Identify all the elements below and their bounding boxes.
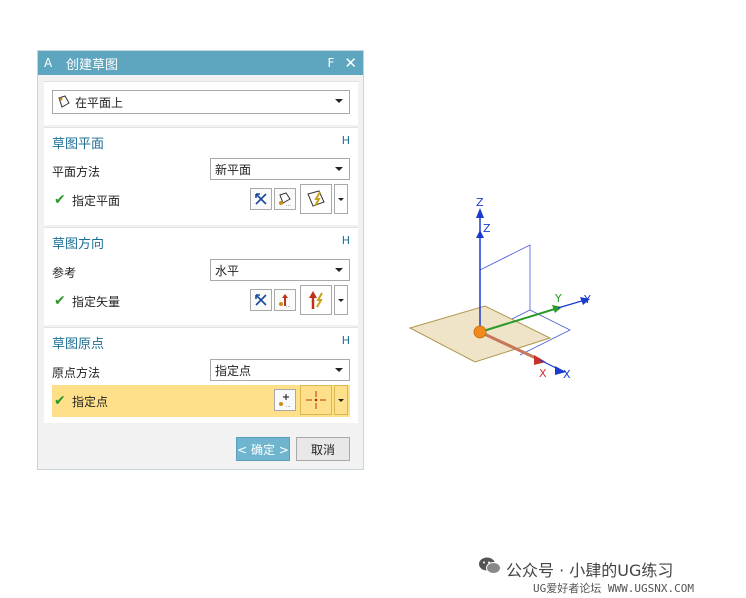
- check-icon: ✔: [54, 293, 66, 309]
- svg-text:...: ...: [286, 303, 291, 308]
- specify-plane-label: 指定平面: [72, 194, 121, 208]
- sketch-on-plane-icon: [57, 95, 71, 109]
- chevron-down-icon: [335, 167, 343, 171]
- sketch-orientation-collapse[interactable]: H: [342, 234, 350, 247]
- origin-method-select[interactable]: 指定点: [210, 359, 350, 381]
- point-dialog-button[interactable]: ...: [274, 389, 296, 411]
- vector-options-dropdown[interactable]: [334, 285, 348, 315]
- y-axis-extension: [557, 299, 586, 309]
- sketch-type-select[interactable]: 在平面上: [52, 90, 350, 114]
- specify-point-label: 指定点: [72, 395, 109, 409]
- sketch-origin-header[interactable]: 草图原点: [52, 333, 104, 352]
- sketch-origin-collapse[interactable]: H: [342, 334, 350, 347]
- close-icon[interactable]: ✕: [344, 54, 357, 72]
- plane-dialog-icon: ...: [279, 192, 291, 207]
- watermark-account: 公众号 · 小肆的UG练习: [506, 561, 674, 580]
- cancel-button[interactable]: 取消: [296, 437, 350, 461]
- inferred-point-button[interactable]: [300, 385, 332, 415]
- check-icon: ✔: [54, 393, 66, 409]
- origin-method-label: 原点方法: [52, 366, 101, 380]
- vector-dialog-icon: ...: [279, 294, 291, 308]
- dialog-title: 创建草图: [66, 57, 119, 73]
- plane-options-dropdown[interactable]: [334, 184, 348, 214]
- sketch-origin-section: 草图原点 H 原点方法 指定点 ✔ 指定点 ...: [44, 327, 358, 423]
- chevron-down-icon: [335, 99, 343, 103]
- reference-value: 水平: [215, 263, 240, 278]
- y-axis-arrow-icon: [552, 305, 562, 313]
- svg-text:...: ...: [286, 202, 291, 207]
- watermark-site: UG爱好者论坛 WWW.UGSNX.COM: [533, 582, 694, 595]
- origin-method-value: 指定点: [215, 363, 252, 378]
- sketch-plane-preview: Z Z Y Y X X: [408, 196, 591, 381]
- z-axis-label-2: Z: [483, 222, 491, 235]
- reverse-direction-icon: [255, 294, 267, 306]
- sketch-plane-collapse[interactable]: H: [342, 134, 350, 147]
- reverse-direction-button[interactable]: [250, 188, 272, 210]
- crosshair-point-icon: [306, 391, 326, 409]
- sketch-type-value: 在平面上: [75, 95, 124, 110]
- plane-lightning-icon: [307, 190, 325, 207]
- wechat-icon: [479, 557, 501, 574]
- sketch-type-section: 在平面上: [44, 81, 358, 125]
- dialog-titlebar: A 创建草图 F ✕: [38, 51, 363, 75]
- inferred-vector-button[interactable]: [300, 285, 332, 315]
- svg-text:...: ...: [286, 403, 291, 408]
- vector-dialog-button[interactable]: ...: [274, 289, 296, 311]
- chevron-down-icon: [335, 368, 343, 372]
- plane-method-select[interactable]: 新平面: [210, 158, 350, 180]
- specify-vector-label: 指定矢量: [72, 295, 121, 309]
- reference-label: 参考: [52, 266, 77, 280]
- check-icon: ✔: [54, 192, 66, 208]
- plane-method-label: 平面方法: [52, 165, 101, 179]
- vector-lightning-icon: [309, 291, 323, 309]
- titlebar-f-letter: F: [327, 56, 335, 70]
- point-options-dropdown[interactable]: [334, 385, 348, 415]
- x-axis-label: X: [539, 367, 547, 380]
- chevron-down-icon: [335, 268, 343, 272]
- y-axis-label: Y: [554, 292, 562, 305]
- y-axis-label-2: Y: [583, 293, 591, 306]
- sketch-orientation-header[interactable]: 草图方向: [52, 233, 104, 252]
- sketch-plane-header[interactable]: 草图平面: [52, 133, 104, 152]
- reverse-direction-icon: [255, 193, 267, 205]
- app-letter: A: [44, 56, 53, 70]
- reverse-vector-button[interactable]: [250, 289, 272, 311]
- create-sketch-dialog: A 创建草图 F ✕ 在平面上 草图平面 H 平面方法 新平面 ✔ 指定平面 .…: [37, 50, 364, 470]
- ok-button[interactable]: < 确定 >: [236, 437, 290, 461]
- plane-dialog-button[interactable]: ...: [274, 188, 296, 210]
- inferred-plane-button[interactable]: [300, 184, 332, 214]
- sketch-plane-section: 草图平面 H 平面方法 新平面 ✔ 指定平面 ...: [44, 127, 358, 225]
- reference-select[interactable]: 水平: [210, 259, 350, 281]
- plane-method-value: 新平面: [215, 162, 252, 177]
- x-axis-label-2: X: [563, 368, 571, 381]
- point-dialog-icon: ...: [279, 394, 291, 408]
- z-axis-label: Z: [476, 196, 484, 209]
- z-axis-arrow-icon: [476, 208, 484, 218]
- origin-point[interactable]: [473, 325, 487, 339]
- sketch-orientation-section: 草图方向 H 参考 水平 ✔ 指定矢量 ...: [44, 227, 358, 325]
